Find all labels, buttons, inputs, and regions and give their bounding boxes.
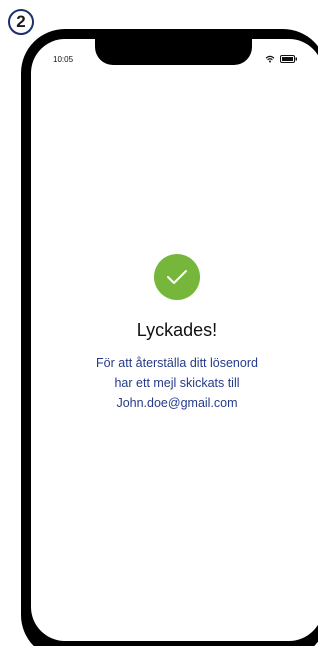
message-email: John.doe@gmail.com — [116, 396, 238, 410]
message-line: har ett mejl skickats till — [114, 376, 240, 390]
step-number: 2 — [16, 12, 26, 31]
success-title: Lyckades! — [136, 320, 218, 340]
canvas: 2 10:05 Lyckades! För att återställa dit… — [0, 0, 318, 646]
phone-notch — [95, 39, 252, 65]
status-time: 10:05 — [53, 55, 74, 64]
battery-icon — [280, 55, 298, 63]
success-message: För att återställa ditt lösenord har ett… — [31, 353, 318, 413]
check-icon — [154, 254, 200, 300]
phone-screen: 10:05 Lyckades! För att återställa ditt … — [31, 39, 318, 641]
message-line: För att återställa ditt lösenord — [96, 356, 258, 370]
step-number-badge: 2 — [8, 9, 34, 35]
status-icons — [265, 55, 298, 63]
wifi-icon — [265, 55, 275, 63]
success-content: Lyckades! För att återställa ditt löseno… — [31, 254, 318, 413]
